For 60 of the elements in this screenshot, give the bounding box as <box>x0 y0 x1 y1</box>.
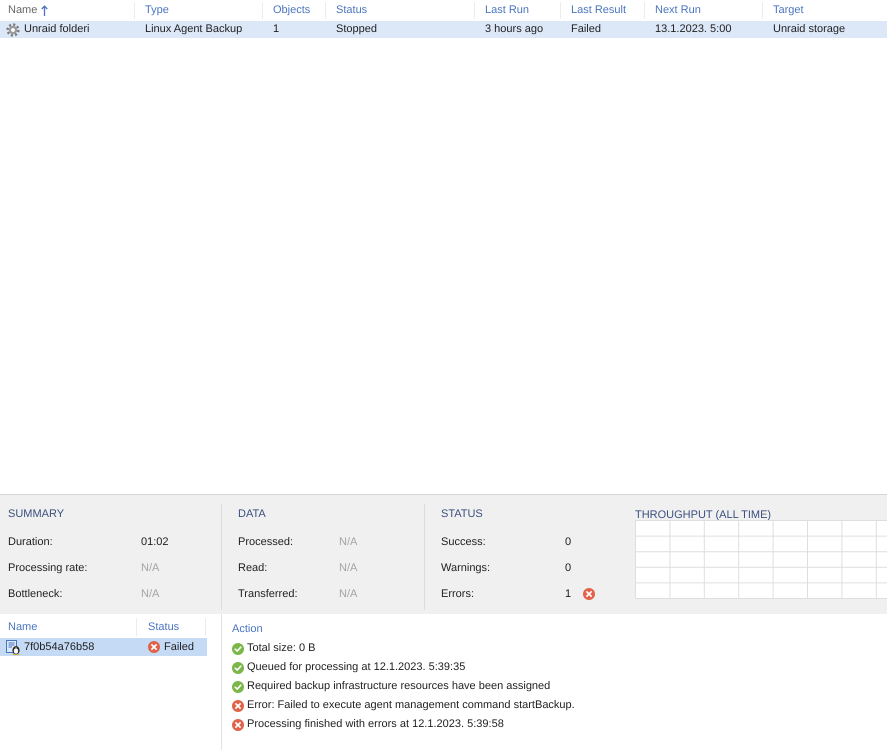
log-message: Error: Failed to execute agent management command startBackup. <box>247 698 575 714</box>
column-header[interactable]: Name <box>0 2 135 19</box>
gear-icon <box>6 22 20 36</box>
check-icon <box>232 642 244 654</box>
column-header[interactable]: Status <box>326 2 475 19</box>
table-cell-text: Failed <box>571 22 601 37</box>
field-value: 1 <box>565 586 572 602</box>
error-icon <box>232 718 244 730</box>
table-cell-text: 1 <box>273 22 280 37</box>
field-value: 01:02 <box>141 534 169 550</box>
column-header[interactable]: Last Result <box>561 2 645 19</box>
field-label: Processed: <box>238 536 294 548</box>
error-icon <box>148 641 160 653</box>
field-value: N/A <box>339 586 358 602</box>
column-header[interactable]: Action <box>232 623 263 635</box>
table-cell-text: Unraid storage <box>773 22 846 37</box>
field-label: Success: <box>441 536 486 548</box>
field-label: Errors: <box>441 588 474 600</box>
field-label: Processing rate: <box>8 562 88 574</box>
field-value: 0 <box>565 534 572 550</box>
table-cell-text: Stopped <box>336 22 377 37</box>
field-value: 0 <box>565 560 572 576</box>
column-header[interactable]: Target <box>763 2 887 19</box>
column-header[interactable]: Type <box>135 2 263 19</box>
table-cell-text: Linux Agent Backup <box>145 22 242 37</box>
table-cell-text: 3 hours ago <box>485 22 544 37</box>
log-message: Required backup infrastructure resources have been assigned <box>247 679 550 694</box>
error-icon <box>583 588 596 600</box>
table-cell-text: 13.1.2023. 5:00 <box>655 22 732 37</box>
up-arrow-icon <box>41 5 48 16</box>
field-value: N/A <box>339 560 358 576</box>
column-header[interactable]: Next Run <box>645 2 763 19</box>
task-row[interactable]: 7f0b54a76b58 Failed <box>0 638 207 656</box>
log-message: Processing finished with errors at 12.1.2023. 5:39:58 <box>247 717 504 732</box>
field-value: N/A <box>339 534 358 550</box>
check-icon <box>232 680 244 692</box>
chart-title: THROUGHPUT (ALL TIME) <box>635 509 772 521</box>
section-title: SUMMARY <box>8 508 64 520</box>
field-label: Read: <box>238 562 268 574</box>
error-icon <box>232 700 244 712</box>
computer-penguin-icon <box>6 640 21 654</box>
column-header[interactable]: Last Run <box>475 2 561 19</box>
section-title: DATA <box>238 508 266 520</box>
job-name: Unraid folderi <box>24 22 90 37</box>
task-name: 7f0b54a76b58 <box>24 640 94 655</box>
field-value: N/A <box>141 586 160 602</box>
log-message: Total size: 0 B <box>247 641 316 656</box>
section-title: STATUS <box>441 508 483 520</box>
field-label: Duration: <box>8 536 53 548</box>
column-header[interactable]: Name <box>0 618 137 636</box>
check-icon <box>232 662 244 674</box>
field-label: Bottleneck: <box>8 588 62 600</box>
task-status: Failed <box>164 640 194 655</box>
field-value: N/A <box>141 560 160 576</box>
field-label: Warnings: <box>441 562 490 574</box>
field-label: Transferred: <box>238 588 298 600</box>
column-header[interactable]: Objects <box>263 2 326 19</box>
job-row[interactable]: Unraid folderi Linux Agent Backup 1 Stopped 3 hours ago Failed 13.1.2023. 5:00 Unraid storage <box>0 21 887 38</box>
log-message: Queued for processing at 12.1.2023. 5:39:35 <box>247 660 466 676</box>
column-header[interactable]: Status <box>137 618 206 636</box>
